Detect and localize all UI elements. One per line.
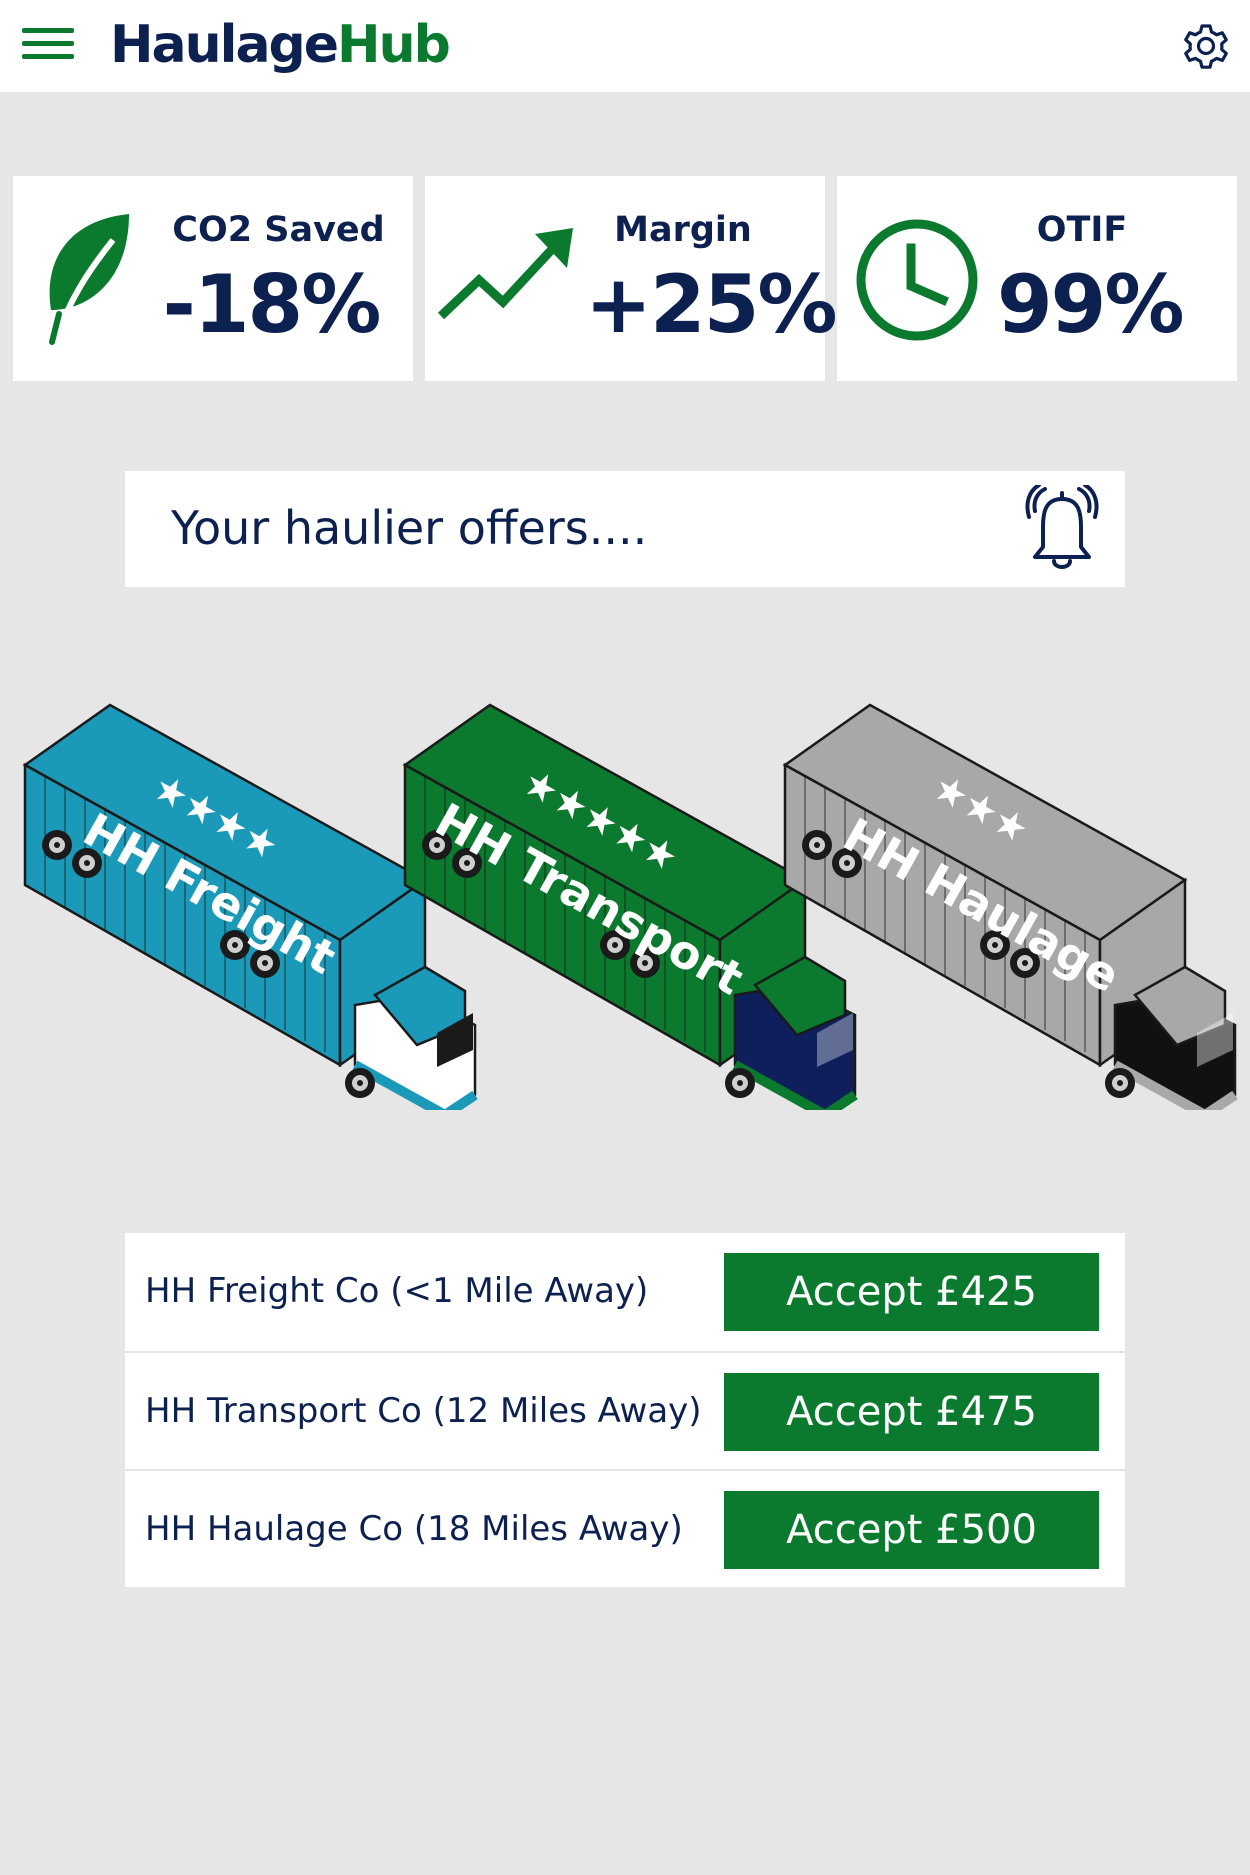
app-header: HaulageHub <box>0 0 1250 92</box>
accept-offer-button[interactable]: Accept £475 <box>724 1373 1099 1451</box>
gear-icon[interactable] <box>1178 18 1234 74</box>
kpi-value-co2: -18% <box>162 258 382 351</box>
offer-row: HH Transport Co (12 Miles Away) Accept £… <box>125 1351 1125 1469</box>
offer-company-name: HH Transport Co (12 Miles Away) <box>145 1391 702 1431</box>
kpi-card-co2: CO2 Saved -18% <box>13 176 413 381</box>
accept-offer-button[interactable]: Accept £425 <box>724 1253 1099 1331</box>
kpi-card-margin: Margin +25% <box>425 176 838 381</box>
trend-up-icon <box>437 228 573 320</box>
offer-company-name: HH Freight Co (<1 Mile Away) <box>145 1271 649 1311</box>
accept-offer-button[interactable]: Accept £500 <box>724 1491 1099 1569</box>
offer-company-name: HH Haulage Co (18 Miles Away) <box>145 1509 683 1549</box>
banner-title: Your haulier offers.... <box>171 501 648 555</box>
leaf-icon <box>49 214 129 345</box>
clock-icon <box>856 219 978 341</box>
kpi-label-otif: OTIF <box>1036 210 1128 250</box>
hamburger-menu-icon[interactable] <box>22 28 74 64</box>
app-logo[interactable]: HaulageHub <box>110 12 451 78</box>
kpi-label-co2: CO2 Saved <box>172 210 385 250</box>
bell-icon[interactable] <box>1023 485 1101 573</box>
haulier-trucks-illustration: ★★★★ HH Freight ★★★★★ HH Transport ★★★ H… <box>23 703 1238 1110</box>
logo-text-hub: Hub <box>337 15 451 75</box>
kpi-value-margin: +25% <box>585 258 838 351</box>
logo-text-haulage: Haulage <box>110 15 339 75</box>
kpi-value-otif: 99% <box>997 258 1184 351</box>
offer-row: HH Haulage Co (18 Miles Away) Accept £50… <box>125 1469 1125 1587</box>
kpi-card-otif: OTIF 99% <box>837 176 1237 381</box>
offers-banner: Your haulier offers.... <box>125 471 1125 587</box>
offer-row: HH Freight Co (<1 Mile Away) Accept £425 <box>125 1233 1125 1351</box>
offers-list: HH Freight Co (<1 Mile Away) Accept £425… <box>125 1233 1125 1587</box>
kpi-label-margin: Margin <box>614 210 752 250</box>
